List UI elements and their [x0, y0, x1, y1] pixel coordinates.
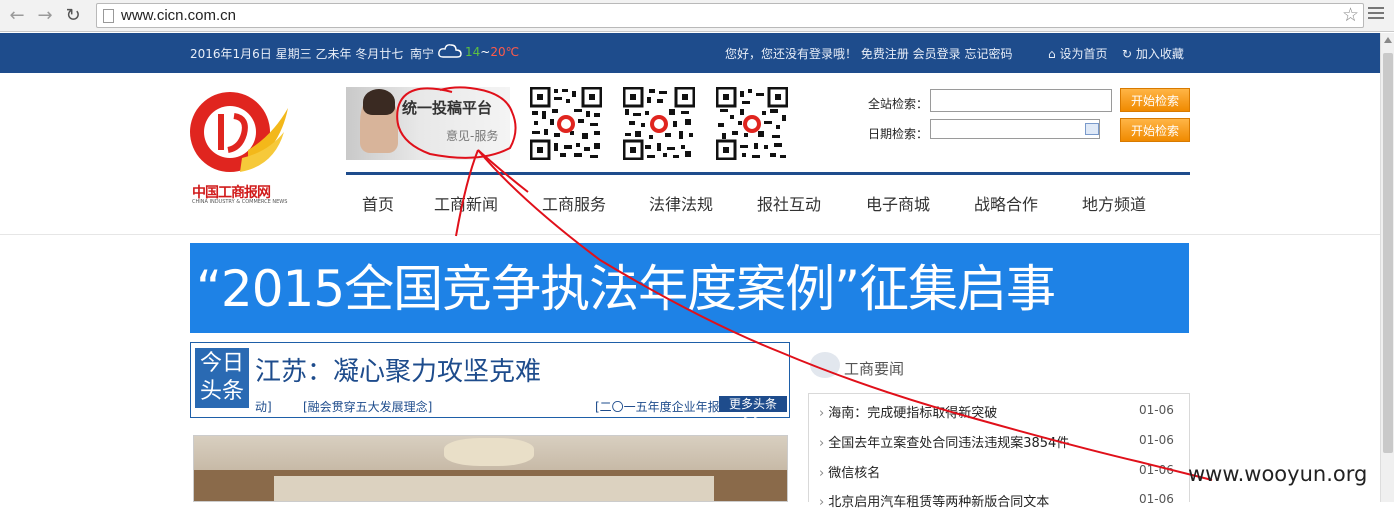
headline-tag: 今日 头条	[195, 348, 249, 408]
main-navigation: 首页 工商新闻 工商服务 法律法规 报社互动 电子商城 战略合作 地方频道	[346, 172, 1190, 228]
watermark: www.wooyun.org	[1188, 462, 1368, 486]
news-item-4[interactable]: 北京启用汽车租赁等两种新版合同文本	[819, 491, 1049, 510]
set-homepage-link[interactable]: ⌂ 设为首页	[1048, 45, 1107, 62]
top-headline-box: 今日 头条 江苏：凝心聚力攻坚克难 动] [融会贯穿五大发展理念] [二〇一五年度…	[190, 342, 790, 427]
back-icon[interactable]: ←	[6, 5, 28, 27]
browser-toolbar: ← → ↻ www.cicn.com.cn ☆	[0, 0, 1394, 32]
page-scrollbar[interactable]	[1380, 33, 1394, 502]
woman-photo	[360, 89, 398, 153]
qr-code-3	[716, 87, 788, 160]
more-headlines-button[interactable]: 更多头条>>	[719, 396, 787, 427]
news-date-3: 01-06	[1139, 463, 1174, 477]
reload-icon[interactable]: ↻	[62, 5, 84, 27]
nav-item-local[interactable]: 地方频道	[1082, 191, 1146, 215]
news-item-3[interactable]: 微信核名	[819, 462, 880, 481]
headline-sublink-1[interactable]: 动]	[255, 398, 272, 415]
qr-code-2	[623, 87, 695, 160]
date-search-button[interactable]: 开始检索	[1120, 118, 1190, 142]
news-date-1: 01-06	[1139, 403, 1174, 417]
nav-item-news[interactable]: 工商新闻	[434, 191, 498, 215]
site-search-input[interactable]	[930, 89, 1112, 112]
news-date-4: 01-06	[1139, 492, 1174, 506]
nav-item-home[interactable]: 首页	[362, 191, 394, 215]
site-search-label: 全站检索：	[868, 97, 929, 111]
campaign-banner[interactable]: “2015全国竞争执法年度案例”征集启事	[190, 243, 1189, 333]
logo-emblem-icon	[190, 92, 288, 172]
url-text[interactable]: www.cicn.com.cn	[121, 7, 236, 24]
site-topbar: 2016年1月6日 星期三 乙未年 冬月廿七 南宁 14~20℃ 您好，您还没有…	[0, 33, 1380, 73]
nav-item-laws[interactable]: 法律法规	[649, 191, 713, 215]
site-search-button[interactable]: 开始检索	[1120, 88, 1190, 112]
nav-item-services[interactable]: 工商服务	[542, 191, 606, 215]
news-photo[interactable]	[193, 435, 788, 502]
header-divider	[0, 234, 1380, 235]
news-section-header: 工商要闻	[810, 350, 1190, 380]
browser-menu-icon[interactable]	[1368, 7, 1384, 21]
nav-item-cooperation[interactable]: 战略合作	[974, 191, 1038, 215]
news-item-1[interactable]: 海南：完成硬指标取得新突破	[819, 402, 997, 421]
add-favorite-link[interactable]: ↻ 加入收藏	[1122, 45, 1184, 62]
logo-english-text: CHINA INDUSTRY & COMMERCE NEWS	[192, 199, 288, 205]
qr-code-1	[530, 87, 602, 160]
submission-platform-banner[interactable]: 统一投稿平台 意见-服务	[346, 87, 510, 160]
weather-temp: 14~20℃	[465, 45, 520, 59]
news-section-title[interactable]: 工商要闻	[844, 358, 904, 379]
news-section-icon	[810, 352, 840, 378]
date-search-input[interactable]	[930, 119, 1100, 139]
news-date-2: 01-06	[1139, 433, 1174, 447]
banner-subtitle: 意见-服务	[446, 129, 499, 143]
weather-city: 南宁	[410, 47, 435, 61]
news-item-2[interactable]: 全国去年立案查处合同违法违规案3854件	[819, 432, 1069, 451]
nav-item-interaction[interactable]: 报社互动	[757, 191, 821, 215]
forward-icon[interactable]: →	[34, 5, 56, 27]
address-bar[interactable]: www.cicn.com.cn ☆	[96, 3, 1364, 28]
bookmark-star-icon[interactable]: ☆	[1342, 4, 1359, 26]
date-text: 2016年1月6日 星期三 乙未年 冬月廿七	[190, 47, 404, 61]
page-icon	[103, 9, 114, 23]
calendar-icon[interactable]	[1085, 123, 1099, 135]
headline-title[interactable]: 江苏：凝心聚力攻坚克难	[255, 351, 541, 388]
site-logo[interactable]: 中国工商报网 CHINA INDUSTRY & COMMERCE NEWS	[188, 88, 293, 208]
date-search-label: 日期检索：	[868, 127, 929, 141]
nav-item-mall[interactable]: 电子商城	[866, 191, 930, 215]
headline-sublink-3[interactable]: [二〇一五年度企业年报	[595, 398, 720, 415]
banner-title: 统一投稿平台	[402, 99, 493, 117]
login-links[interactable]: 您好，您还没有登录哦！ 免费注册 会员登录 忘记密码	[725, 45, 1012, 62]
news-list: 海南：完成硬指标取得新突破 01-06 全国去年立案查处合同违法违规案3854件…	[808, 393, 1190, 510]
cloud-icon	[438, 44, 462, 58]
headline-sublink-2[interactable]: [融会贯穿五大发展理念]	[303, 398, 432, 415]
